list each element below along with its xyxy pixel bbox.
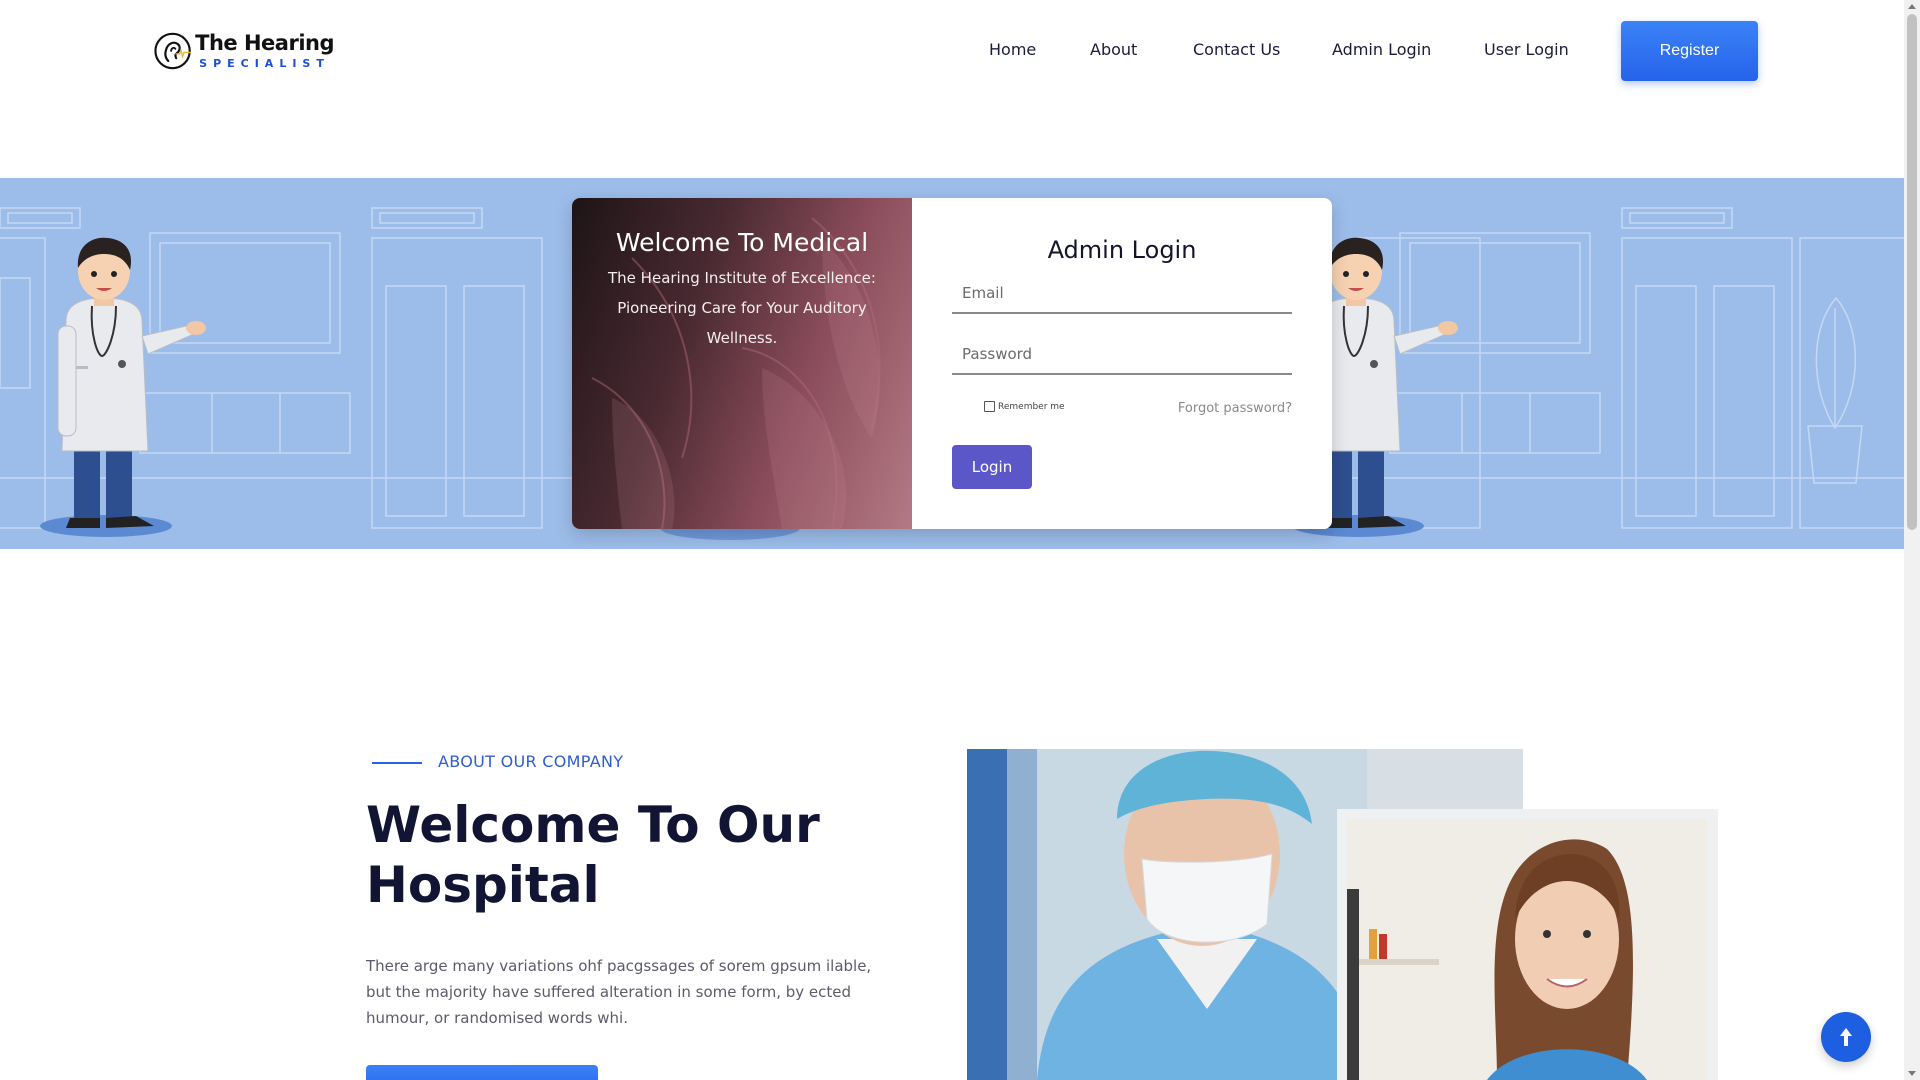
logo-text: The Hearing SPECIALIST <box>195 31 334 70</box>
doctor-illustration-left <box>40 237 206 537</box>
nurse-photo <box>1347 819 1707 1080</box>
nav-about[interactable]: About <box>1090 40 1137 62</box>
login-form: Admin Login Remember me Forgot password?… <box>912 198 1332 529</box>
welcome-title: Welcome To Medical <box>615 228 869 257</box>
remember-me-label: Remember me <box>998 401 1065 412</box>
remember-me-checkbox[interactable] <box>984 401 995 412</box>
forgot-password-link[interactable]: Forgot password? <box>1174 401 1292 416</box>
remember-me[interactable]: Remember me <box>984 401 1065 412</box>
login-form-title: Admin Login <box>1047 236 1197 264</box>
nav-user-login[interactable]: User Login <box>1484 40 1569 62</box>
about-read-more-button[interactable] <box>366 1065 598 1080</box>
scroll-up-arrow-icon[interactable] <box>1908 4 1916 9</box>
about-title: Welcome To Our Hospital <box>366 796 820 914</box>
logo-subtitle: SPECIALIST <box>199 57 330 70</box>
scrollbar-thumb[interactable] <box>1907 14 1917 530</box>
nav-contact-us[interactable]: Contact Us <box>1193 40 1280 62</box>
email-input[interactable] <box>952 274 1292 314</box>
site-logo[interactable]: The Hearing SPECIALIST <box>154 21 334 81</box>
site-header: The Hearing SPECIALIST Home About Contac… <box>0 0 1904 178</box>
nav-home[interactable]: Home <box>989 40 1036 62</box>
scroll-down-arrow-icon[interactable] <box>1908 1071 1916 1076</box>
ear-logo-icon <box>154 32 192 70</box>
scroll-to-top-button[interactable] <box>1821 1012 1871 1062</box>
admin-login-card: Welcome To Medical The Hearing Institute… <box>572 198 1332 529</box>
register-button[interactable]: Register <box>1621 21 1758 81</box>
kicker-line <box>372 762 422 764</box>
logo-title: The Hearing <box>195 31 334 55</box>
password-input[interactable] <box>952 335 1292 375</box>
about-kicker: ABOUT OUR COMPANY <box>438 752 624 771</box>
welcome-panel: Welcome To Medical The Hearing Institute… <box>572 198 912 529</box>
about-description: There arge many variations ohf pacgssage… <box>366 957 872 1027</box>
arrow-up-icon <box>1840 1028 1852 1046</box>
welcome-tagline: The Hearing Institute of Excellence: Pio… <box>608 269 876 347</box>
login-button[interactable]: Login <box>952 445 1032 489</box>
nav-admin-login[interactable]: Admin Login <box>1332 40 1431 62</box>
page-scrollbar[interactable] <box>1904 0 1920 1080</box>
